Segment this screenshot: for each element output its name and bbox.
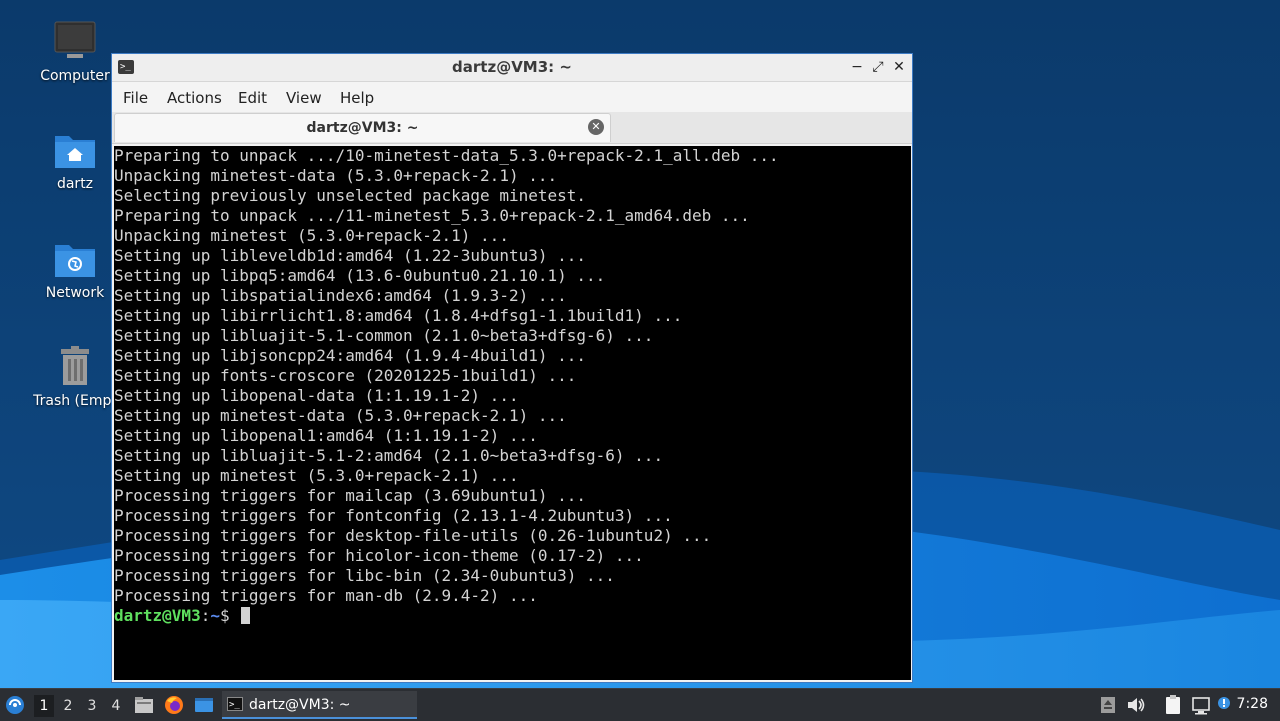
terminal-line: Selecting previously unselected package … [114,186,587,205]
terminal-line: Setting up libleveldb1d:amd64 (1.22-3ubu… [114,246,587,265]
workspace-4[interactable]: 4 [106,695,126,717]
prompt-separator: : [200,606,211,625]
terminal-line: Setting up fonts-croscore (20201225-1bui… [114,366,577,385]
terminal-cursor [241,607,251,624]
trash-icon [61,346,89,385]
firefox-icon[interactable] [163,694,185,716]
window-titlebar[interactable]: >_ dartz@VM3: ~ − ⤢ ✕ [112,54,912,82]
volume-icon[interactable] [1125,694,1147,716]
menubar: File Actions Edit View Help [112,82,912,112]
terminal-line: Processing triggers for desktop-file-uti… [114,526,712,545]
taskbar: 1 2 3 4 >_ dartz@VM3: ~ 7:28 [0,688,1280,721]
task-button-terminal[interactable]: >_ dartz@VM3: ~ [222,691,417,719]
close-button[interactable]: ✕ [890,58,908,76]
tab-bar: dartz@VM3: ~ ✕ [112,112,912,144]
window-title: dartz@VM3: ~ [452,58,572,76]
task-label: dartz@VM3: ~ [249,697,351,713]
updates-icon[interactable] [1097,694,1119,716]
tab-terminal[interactable]: dartz@VM3: ~ ✕ [114,113,611,142]
terminal-line: Processing triggers for libc-bin (2.34-0… [114,566,615,585]
terminal-line: Setting up minetest (5.3.0+repack-2.1) .… [114,466,519,485]
network-folder-icon [55,245,95,277]
menu-help[interactable]: Help [340,89,374,107]
clipboard-icon[interactable] [1162,694,1184,716]
terminal-line: Setting up minetest-data (5.3.0+repack-2… [114,406,567,425]
menu-actions[interactable]: Actions [167,89,222,107]
clock[interactable]: 7:28 [1237,696,1268,712]
file-manager-icon[interactable] [133,694,155,716]
start-menu-icon[interactable] [4,694,26,716]
terminal-line: Unpacking minetest-data (5.3.0+repack-2.… [114,166,558,185]
menu-view[interactable]: View [286,89,322,107]
terminal-task-icon: >_ [227,697,243,711]
workspace-3[interactable]: 3 [82,695,102,717]
terminal-lines: Preparing to unpack .../10-minetest-data… [114,146,779,626]
terminal-line: Processing triggers for mailcap (3.69ubu… [114,486,587,505]
menu-edit[interactable]: Edit [238,89,267,107]
terminal-line: Unpacking minetest (5.3.0+repack-2.1) ..… [114,226,509,245]
terminal-line: Setting up libpq5:amd64 (13.6-0ubuntu0.2… [114,266,606,285]
terminal-line: Setting up libspatialindex6:amd64 (1.9.3… [114,286,567,305]
terminal-line: Processing triggers for fontconfig (2.13… [114,506,673,525]
terminal-line: Setting up libluajit-5.1-common (2.1.0~b… [114,326,654,345]
tab-close-icon[interactable]: ✕ [588,119,604,135]
computer-icon [54,21,96,58]
terminal-window[interactable]: >_ dartz@VM3: ~ − ⤢ ✕ File Actions Edit … [111,53,913,683]
terminal-line: Processing triggers for man-db (2.9.4-2)… [114,586,538,605]
prompt-user-host: dartz@VM3 [114,606,201,625]
notification-icon[interactable] [1213,694,1235,716]
terminal-line: Setting up libopenal1:amd64 (1:1.19.1-2)… [114,426,538,445]
home-folder-icon [55,136,95,168]
terminal-line: Preparing to unpack .../10-minetest-data… [114,146,779,165]
terminal-line: Setting up libirrlicht1.8:amd64 (1.8.4+d… [114,306,683,325]
terminal-prompt-line[interactable]: dartz@VM3:~$ [114,606,779,626]
terminal-line: Setting up libjsoncpp24:amd64 (1.9.4-4bu… [114,346,587,365]
terminal-output[interactable]: Preparing to unpack .../10-minetest-data… [114,146,911,680]
minimize-button[interactable]: − [848,58,866,76]
prompt-path: ~ [210,606,220,625]
terminal-line: Setting up libluajit-5.1-2:amd64 (2.1.0~… [114,446,664,465]
workspace-1[interactable]: 1 [34,695,54,717]
network-icon[interactable] [1190,694,1212,716]
prompt-symbol: $ [219,606,240,625]
workspace-2[interactable]: 2 [58,695,78,717]
terminal-line: Preparing to unpack .../11-minetest_5.3.… [114,206,750,225]
tab-label: dartz@VM3: ~ [306,120,419,136]
menu-file[interactable]: File [123,89,148,107]
terminal-line: Setting up libopenal-data (1:1.19.1-2) .… [114,386,519,405]
terminal-line: Processing triggers for hicolor-icon-the… [114,546,644,565]
show-desktop-icon[interactable] [193,694,215,716]
maximize-button[interactable]: ⤢ [869,58,887,76]
